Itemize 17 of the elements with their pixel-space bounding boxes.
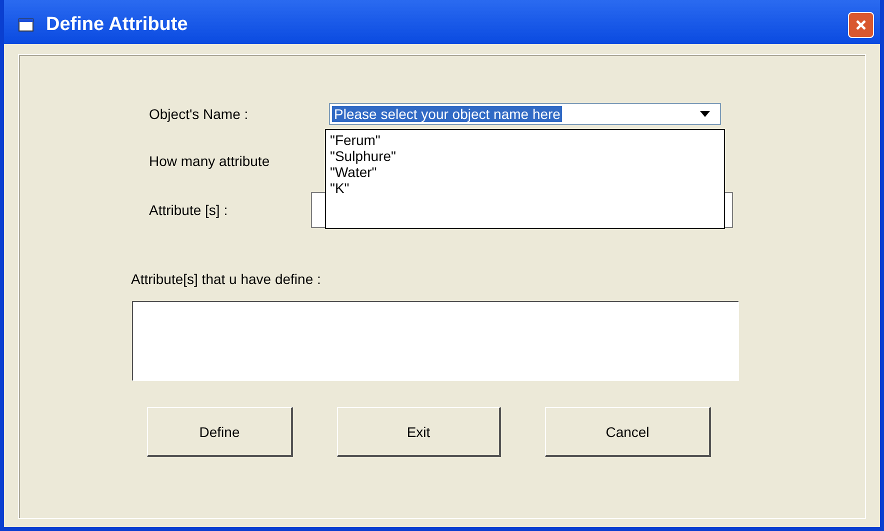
object-name-dropdown[interactable]: Please select your object name here — [329, 103, 721, 125]
close-icon — [854, 18, 868, 32]
defined-attributes-label: Attribute[s] that u have define : — [131, 271, 322, 287]
window-icon — [18, 18, 34, 32]
dropdown-option[interactable]: "Water" — [330, 164, 720, 180]
attribute-label: Attribute [s] : — [149, 202, 229, 218]
object-name-label: Object's Name : — [149, 106, 250, 122]
dropdown-option[interactable]: "K" — [330, 180, 720, 196]
dialog-button[interactable]: Define — [147, 407, 293, 457]
selected-value: Please select your object name here — [332, 106, 562, 122]
window-title: Define Attribute — [46, 14, 189, 36]
dialog-button[interactable]: Cancel — [545, 407, 711, 457]
dialog-button[interactable]: Exit — [337, 407, 501, 457]
close-button[interactable] — [848, 12, 874, 38]
dropdown-option[interactable]: "Sulphure" — [330, 148, 720, 164]
attribute-count-label: How many attribute — [149, 153, 270, 169]
dropdown-option[interactable]: "Ferum" — [330, 132, 720, 148]
